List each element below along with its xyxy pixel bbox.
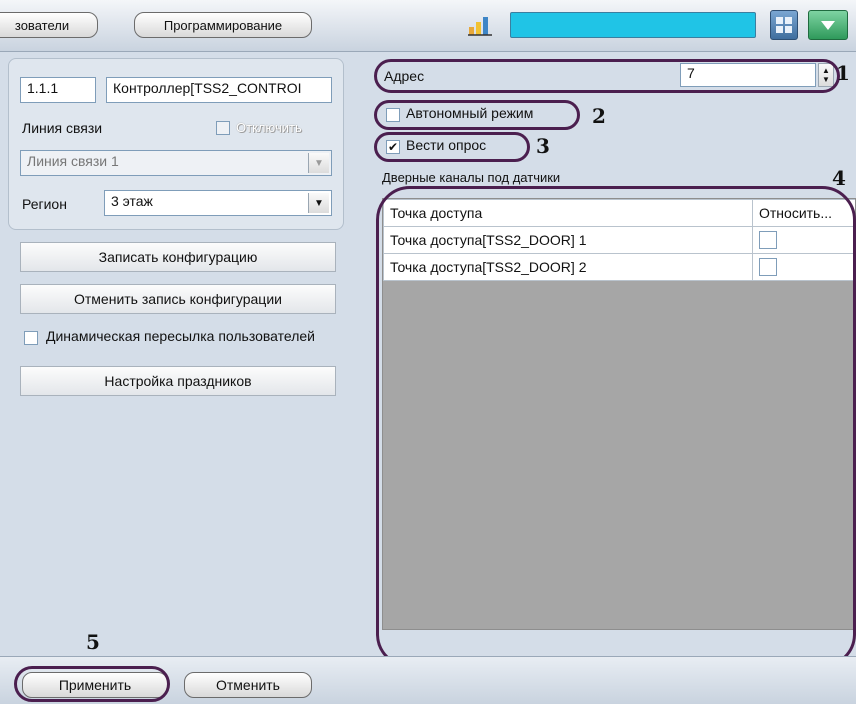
callout-number-4: 4 <box>832 166 846 190</box>
disconnect-label: Отключить <box>236 120 302 135</box>
grid-view-icon[interactable] <box>770 10 798 40</box>
dynamic-sync-checkbox[interactable] <box>24 331 38 345</box>
callout-oval-5 <box>14 666 170 702</box>
write-config-button[interactable]: Записать конфигурацию <box>20 242 336 272</box>
programming-tab-label: Программирование <box>163 17 283 33</box>
controller-id-field[interactable]: 1.1.1 <box>20 77 96 103</box>
dropdown-arrow-icon[interactable] <box>808 10 848 40</box>
programming-tab-button[interactable]: Программирование <box>134 12 312 38</box>
dynamic-sync-label: Динамическая пересылка пользователей <box>46 328 315 344</box>
door-channels-label: Дверные каналы под датчики <box>382 170 561 185</box>
region-select-arrow-icon: ▼ <box>308 193 329 213</box>
controller-name-field[interactable]: Контроллер[TSS2_CONTROI <box>106 77 332 103</box>
chart-icon[interactable] <box>466 14 494 38</box>
accent-color-field[interactable] <box>510 12 756 38</box>
region-select[interactable]: 3 этаж ▼ <box>104 190 332 216</box>
cancel-button[interactable]: Отменить <box>184 672 312 698</box>
line-select-arrow-icon: ▼ <box>308 153 329 173</box>
callout-oval-3 <box>374 132 530 162</box>
region-label: Регион <box>22 196 67 212</box>
line-label: Линия связи <box>22 120 103 136</box>
cancel-write-config-button[interactable]: Отменить запись конфигурации <box>20 284 336 314</box>
cancel-write-config-label: Отменить запись конфигурации <box>74 291 282 307</box>
line-select[interactable]: Линия связи 1 ▼ <box>20 150 332 176</box>
callout-oval-4 <box>376 186 856 668</box>
callout-oval-2 <box>374 100 580 130</box>
callout-number-5: 5 <box>86 630 100 654</box>
region-select-value: 3 этаж <box>111 193 153 209</box>
line-select-value: Линия связи 1 <box>27 153 119 169</box>
callout-number-2: 2 <box>592 104 606 128</box>
holidays-settings-label: Настройка праздников <box>104 373 252 389</box>
holidays-settings-button[interactable]: Настройка праздников <box>20 366 336 396</box>
write-config-label: Записать конфигурацию <box>98 249 258 265</box>
users-tab-label: зователи <box>14 17 70 33</box>
callout-number-1: 1 <box>836 61 850 85</box>
cancel-label: Отменить <box>216 677 280 693</box>
callout-number-3: 3 <box>536 134 550 158</box>
callout-oval-1 <box>374 59 840 93</box>
disconnect-checkbox[interactable] <box>216 121 230 135</box>
users-tab-button[interactable]: зователи <box>0 12 98 38</box>
